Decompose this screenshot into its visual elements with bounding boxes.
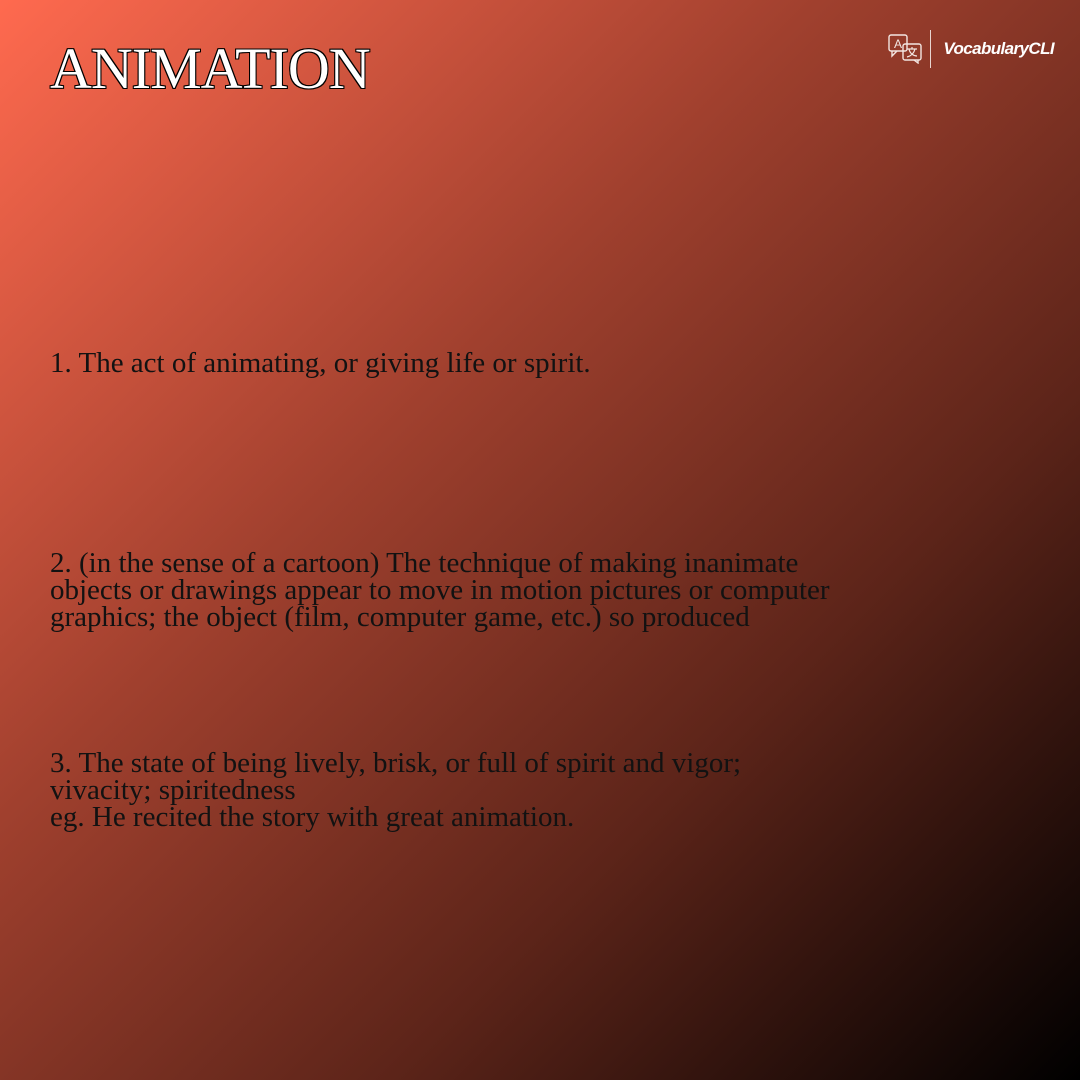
brand-name: VocabularyCLI <box>943 39 1054 58</box>
svg-text:A: A <box>894 37 902 51</box>
definition-1: 1. The act of animating, or giving life … <box>50 347 591 379</box>
definition-2: 2. (in the sense of a cartoon) The techn… <box>50 547 830 633</box>
brand-logo: A VocabularyCLI <box>888 30 1055 68</box>
word-title: ANIMATION <box>49 36 372 101</box>
word-card: ANIMATION A VocabularyCLI 1. The act of … <box>0 0 1080 1080</box>
definition-3: 3. The state of being lively, brisk, or … <box>50 747 742 833</box>
translate-icon: A <box>888 34 923 64</box>
brand-divider <box>930 30 932 68</box>
